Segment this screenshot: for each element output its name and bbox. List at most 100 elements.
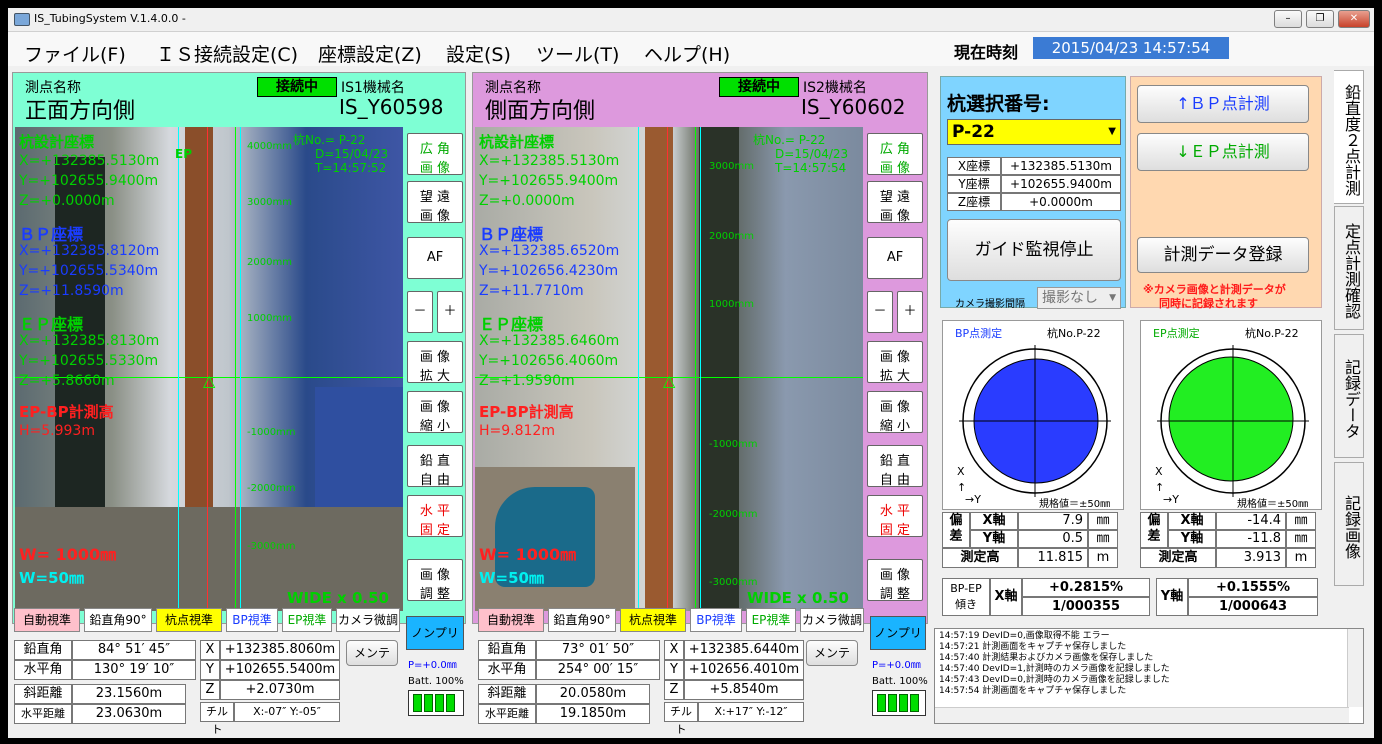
image-adjust-button[interactable]: 画 像 調 整 (867, 559, 923, 602)
scale-label: 1000mm (247, 313, 292, 324)
horizontal-angle-value: 130° 19′ 10″ (72, 660, 196, 680)
camera-fine-adjust-button[interactable]: カメラ微調 (800, 608, 864, 632)
z-label: Z (200, 680, 220, 700)
tilt-label: チルト (200, 702, 234, 736)
connection-status: 接続中 (719, 77, 799, 97)
camera-view[interactable]: △ EP 4000mm 3000mm 2000mm 1000mm -1000mm… (15, 127, 403, 611)
ep-x-deviation: -14.4 (1216, 512, 1286, 530)
menu-coordinates[interactable]: 座標設定(Z) (318, 40, 422, 67)
image-adjust-button[interactable]: 画 像 調 整 (407, 559, 463, 602)
tab-vertical-2point[interactable]: 鉛直度２点計測 (1334, 70, 1364, 204)
vertical-90-button[interactable]: 鉛直角90° (548, 608, 616, 632)
axis-x-label: X (957, 465, 965, 478)
chevron-down-icon: ▼ (1109, 293, 1116, 303)
deviation-label-1: 偏 (1147, 513, 1161, 528)
ep-sight-button[interactable]: EP視準 (282, 608, 332, 632)
machine-name: IS_Y60598 (339, 95, 444, 119)
log-vertical-scrollbar[interactable] (1347, 629, 1363, 707)
non-prism-button[interactable]: ノンプリ (406, 616, 464, 650)
horizontal-fix-button[interactable]: 水 平 固 定 (407, 495, 463, 538)
maintenance-button[interactable]: メンテ (806, 640, 858, 666)
deviation-label: 偏差 (1140, 512, 1168, 548)
wide-angle-button[interactable]: 広 角 画 像 (867, 133, 923, 176)
ep-target-view: EP点測定 杭No.P-22 X ↑ →Y 規格値＝±50㎜ (1140, 320, 1322, 510)
zoom-in-button[interactable]: 画 像 拡 大 (407, 341, 463, 384)
log-horizontal-scrollbar[interactable] (935, 707, 1349, 723)
register-data-button[interactable]: 計測データ登録 (1137, 237, 1309, 273)
overlay-pile-no: 杭No.= P-22 (753, 133, 826, 147)
clock-value: 2015/04/23 14:57:54 (1033, 37, 1229, 59)
pile-sight-button[interactable]: 杭点視準 (156, 608, 222, 632)
auto-sight-button[interactable]: 自動視準 (14, 608, 80, 632)
camera-interval-select[interactable]: 撮影なし ▼ (1037, 287, 1121, 309)
focus-minus-button[interactable]: － (867, 291, 893, 333)
wide-angle-button[interactable]: 広 角 画 像 (407, 133, 463, 176)
clock-label: 現在時刻 (954, 43, 1019, 62)
pile-x-value: +132385.5130m (1001, 157, 1121, 175)
autofocus-button[interactable]: AF (867, 237, 923, 279)
auto-sight-button[interactable]: 自動視準 (478, 608, 544, 632)
bp-sight-button[interactable]: BP視準 (690, 608, 742, 632)
minimize-button[interactable]: – (1274, 10, 1302, 28)
pile-select-dropdown[interactable]: P-22 ▼ (947, 119, 1121, 145)
tilt-label-2: 傾き (955, 598, 977, 611)
non-prism-button[interactable]: ノンプリ (870, 616, 926, 650)
tab-fixed-point-check[interactable]: 定点計測確認 (1334, 206, 1364, 330)
ep-marker: EP (175, 147, 192, 161)
menu-help[interactable]: ヘルプ(H) (644, 40, 730, 67)
axis-x-label: X (1155, 465, 1163, 478)
camera-fine-adjust-button[interactable]: カメラ微調 (336, 608, 400, 632)
pile-selected-value: P-22 (952, 122, 995, 142)
ep-y: Y=+102655.5330m (19, 353, 159, 369)
ep-target-pile: 杭No.P-22 (1245, 327, 1299, 340)
ep-measure-button[interactable]: ↓ＥＰ点計測 (1137, 133, 1309, 171)
vertical-90-button[interactable]: 鉛直角90° (84, 608, 152, 632)
focus-minus-button[interactable]: － (407, 291, 433, 333)
guide-monitor-stop-button[interactable]: ガイド監視停止 (947, 219, 1121, 281)
menu-is-connection[interactable]: ＩＳ接続設定(C) (156, 40, 298, 67)
maintenance-button[interactable]: メンテ (346, 640, 398, 666)
camera-view[interactable]: △ 3000mm 2000mm 1000mm -1000mm -2000mm -… (475, 127, 863, 611)
cyan-line-right (700, 127, 701, 611)
bp-sight-button[interactable]: BP視準 (226, 608, 278, 632)
zoom-in-button[interactable]: 画 像 拡 大 (867, 341, 923, 384)
autofocus-button[interactable]: AF (407, 237, 463, 279)
vertical-free-button[interactable]: 鉛 直 自 由 (867, 445, 923, 488)
tilt-x-axis-label: X軸 (990, 578, 1022, 616)
tab-record-image[interactable]: 記録画像 (1334, 462, 1364, 586)
menu-file[interactable]: ファイル(F) (24, 40, 126, 67)
z-value: +2.0730m (220, 680, 340, 700)
scale-label: 2000mm (709, 231, 754, 242)
deviation-label-2: 差 (1147, 529, 1161, 544)
menu-settings[interactable]: 設定(S) (446, 40, 511, 67)
horizontal-angle-label: 水平角 (478, 660, 536, 680)
bp-x-axis-label: X軸 (970, 512, 1018, 530)
telephoto-button[interactable]: 望 遠 画 像 (867, 181, 923, 224)
menu-tools[interactable]: ツール(T) (536, 40, 619, 67)
ep-coord-title: ＥＰ座標 (479, 315, 544, 334)
y-label: Y (664, 660, 684, 680)
vertical-free-button[interactable]: 鉛 直 自 由 (407, 445, 463, 488)
horizontal-fix-button[interactable]: 水 平 固 定 (867, 495, 923, 538)
zoom-out-button[interactable]: 画 像 縮 小 (407, 391, 463, 434)
telephoto-button[interactable]: 望 遠 画 像 (407, 181, 463, 224)
focus-plus-button[interactable]: ＋ (897, 291, 923, 333)
log-line: 14:57:19 DevID=0,画像取得不能 エラー (939, 631, 1110, 641)
pile-sight-button[interactable]: 杭点視準 (620, 608, 686, 632)
overlay-pile-no: 杭No.= P-22 (293, 133, 366, 147)
zoom-out-button[interactable]: 画 像 縮 小 (867, 391, 923, 434)
menu-bar: ファイル(F) ＩＳ接続設定(C) 座標設定(Z) 設定(S) ツール(T) ヘ… (8, 32, 1374, 66)
focus-plus-button[interactable]: ＋ (437, 291, 463, 333)
vertical-angle-value: 84° 51′ 45″ (72, 640, 196, 660)
horizontal-distance-label: 水平距離 (478, 704, 536, 724)
maximize-button[interactable]: ❐ (1306, 10, 1334, 28)
close-button[interactable]: ✕ (1338, 10, 1370, 28)
ep-sight-button[interactable]: EP視準 (746, 608, 796, 632)
scale-label: 4000mm (247, 141, 292, 152)
bp-measure-button[interactable]: ↑ＢＰ点計測 (1137, 85, 1309, 123)
vertical-angle-label: 鉛直角 (14, 640, 72, 660)
tab-record-data[interactable]: 記録データ (1334, 334, 1364, 458)
design-coord-title: 杭設計座標 (479, 133, 555, 151)
log-panel[interactable]: 14:57:19 DevID=0,画像取得不能 エラー 14:57:21 計測画… (934, 628, 1364, 724)
overlay-time: T=14:57:52 (315, 161, 387, 175)
